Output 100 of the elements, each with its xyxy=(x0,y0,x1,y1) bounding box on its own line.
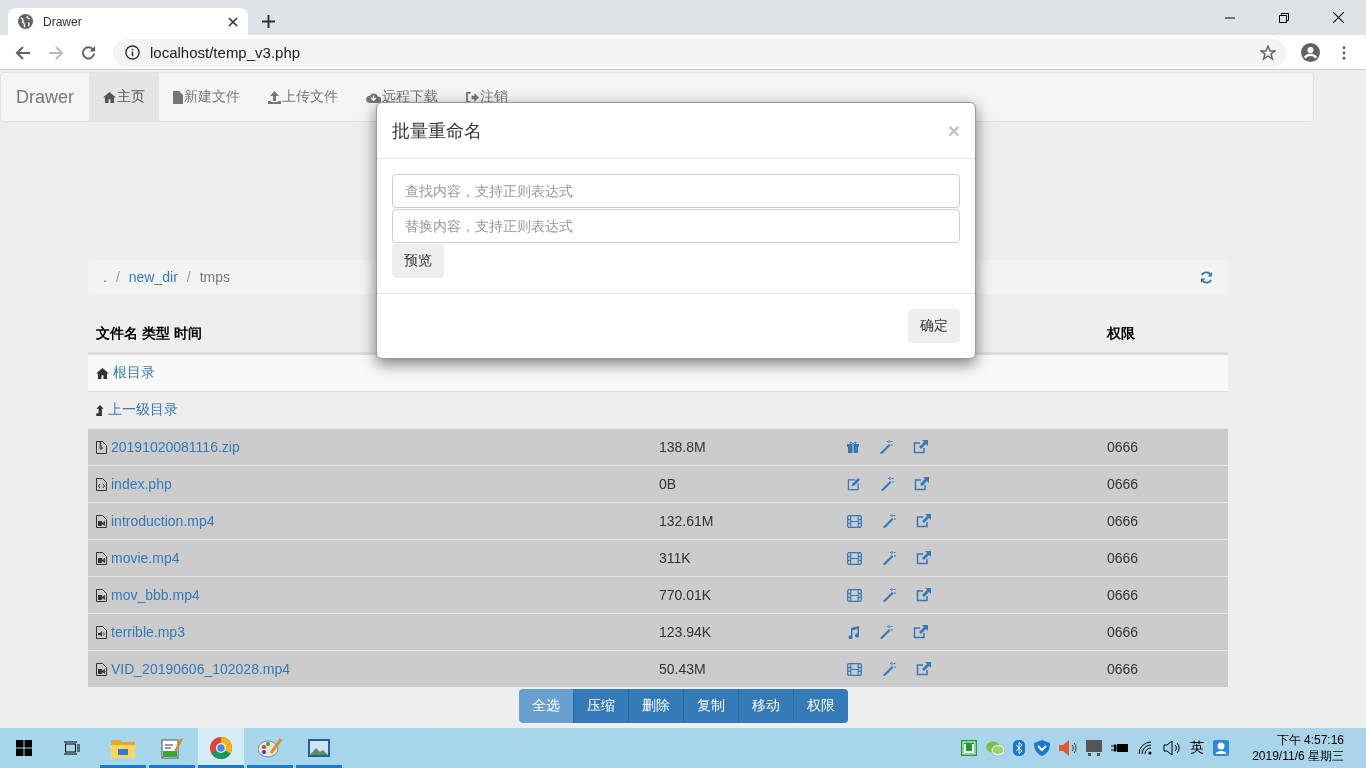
magic-wand-icon[interactable] xyxy=(882,662,896,676)
restore-icon[interactable] xyxy=(1279,12,1289,23)
action-button[interactable]: 删除 xyxy=(628,689,684,723)
directory-link[interactable]: 上一级目录 xyxy=(108,401,178,419)
refresh-icon[interactable] xyxy=(1200,270,1213,284)
file-row[interactable]: 20191020081116.zip 138.8M 0666 xyxy=(88,428,1228,465)
upload-icon xyxy=(268,90,281,104)
file-row[interactable]: terrible.mp3 123.94K 0666 xyxy=(88,613,1228,650)
nav-item[interactable]: 新建文件 xyxy=(159,73,254,121)
magic-wand-icon[interactable] xyxy=(879,625,893,639)
file-size: 50.43M xyxy=(658,661,707,677)
preview-button[interactable]: 预览 xyxy=(392,244,444,278)
volume-icon[interactable] xyxy=(1163,740,1182,756)
file-link[interactable]: movie.mp4 xyxy=(111,550,180,566)
star-icon[interactable] xyxy=(1260,44,1276,61)
input-field[interactable]: 查找内容，支持正则表达式 xyxy=(392,174,960,208)
input-field[interactable]: 替换内容，支持正则表达式 xyxy=(392,209,960,243)
video-file-icon xyxy=(96,662,107,676)
battery-icon[interactable] xyxy=(1111,742,1130,754)
brand-title[interactable]: Drawer xyxy=(1,73,89,121)
clock-date[interactable]: 2019/11/6 星期三 xyxy=(1252,748,1344,764)
reload-icon[interactable] xyxy=(81,45,96,60)
magic-wand-icon[interactable] xyxy=(882,588,896,602)
windows-start-icon[interactable] xyxy=(16,740,32,756)
file-size: 770.01K xyxy=(658,587,713,603)
file-link[interactable]: terrible.mp3 xyxy=(111,624,185,640)
magic-wand-icon[interactable] xyxy=(879,440,893,454)
gift-icon[interactable] xyxy=(847,441,859,453)
magic-wand-icon[interactable] xyxy=(882,551,896,565)
file-row[interactable]: mov_bbb.mp4 770.01K 0666 xyxy=(88,576,1228,613)
menu-icon[interactable] xyxy=(1341,45,1346,60)
new-tab-icon[interactable] xyxy=(262,15,275,28)
account-icon[interactable] xyxy=(1301,43,1320,62)
file-link[interactable]: index.php xyxy=(111,476,172,492)
breadcrumb-item: tmps xyxy=(199,269,231,285)
edit-icon[interactable] xyxy=(847,477,860,491)
film-icon[interactable] xyxy=(847,588,862,602)
external-link-icon[interactable] xyxy=(913,440,928,454)
browser-icon xyxy=(210,737,232,759)
taskbar-app[interactable] xyxy=(198,728,244,768)
external-link-icon[interactable] xyxy=(916,514,931,528)
magic-wand-icon[interactable] xyxy=(880,477,894,491)
film-icon[interactable] xyxy=(847,662,862,676)
speaker-icon[interactable] xyxy=(1059,740,1078,756)
file-link[interactable]: VID_20190606_102028.mp4 xyxy=(111,661,291,677)
task-view-icon[interactable] xyxy=(64,741,80,755)
film-icon[interactable] xyxy=(847,551,862,565)
confirm-button[interactable]: 确定 xyxy=(908,309,960,343)
nav-item[interactable]: 注销 xyxy=(452,73,522,121)
file-size: 0B xyxy=(658,476,678,492)
column-header: 权限 xyxy=(1107,325,1135,343)
back-arrow-icon[interactable] xyxy=(14,44,31,61)
magic-wand-icon[interactable] xyxy=(882,514,896,528)
file-size: 138.8M xyxy=(658,439,707,455)
up-arrow-icon xyxy=(96,404,104,416)
file-row[interactable]: index.php 0B 0666 xyxy=(88,465,1228,502)
file-row[interactable]: introduction.mp4 132.61M 0666 xyxy=(88,502,1228,539)
input-method-indicator[interactable]: 英 xyxy=(1190,739,1205,757)
file-row[interactable]: movie.mp4 311K 0666 xyxy=(88,539,1228,576)
column-header: 文件名 类型 时间 xyxy=(96,325,202,343)
music-icon[interactable] xyxy=(847,625,859,639)
close-icon[interactable] xyxy=(228,16,238,27)
app-tray-icon[interactable] xyxy=(961,740,978,756)
close-icon[interactable] xyxy=(1333,12,1344,23)
file-row[interactable]: VID_20190606_102028.mp4 50.43M 0666 xyxy=(88,650,1228,687)
action-button[interactable]: 压缩 xyxy=(573,689,629,723)
logout-icon xyxy=(466,91,479,103)
action-button[interactable]: 权限 xyxy=(793,689,848,723)
action-button[interactable]: 全选 xyxy=(518,689,574,723)
external-link-icon[interactable] xyxy=(913,625,928,639)
forward-arrow-icon[interactable] xyxy=(47,44,64,61)
breadcrumb-item[interactable]: new_dir xyxy=(128,269,178,285)
clock-time[interactable]: 下午 4:57:16 xyxy=(1276,732,1344,748)
file-link[interactable]: 20191020081116.zip xyxy=(111,439,240,455)
permission: 0666 xyxy=(1106,439,1140,455)
video-file-icon xyxy=(96,588,107,602)
address-bar[interactable]: localhost/temp_v3.php xyxy=(113,38,1286,67)
home-icon xyxy=(103,91,116,103)
file-link[interactable]: mov_bbb.mp4 xyxy=(111,587,200,603)
breadcrumb-item[interactable]: . xyxy=(103,269,107,285)
chat-icon[interactable] xyxy=(986,741,1005,755)
directory-link[interactable]: 根目录 xyxy=(113,364,155,382)
permission: 0666 xyxy=(1106,587,1140,603)
external-link-icon[interactable] xyxy=(914,477,929,491)
bluetooth-icon[interactable] xyxy=(1013,740,1026,756)
person-icon[interactable] xyxy=(1213,740,1230,756)
file-link[interactable]: introduction.mp4 xyxy=(111,513,215,529)
nav-item[interactable]: 主页 xyxy=(89,73,159,121)
audio-file-icon xyxy=(96,625,107,639)
file-size: 311K xyxy=(658,550,692,566)
nav-item[interactable]: 上传文件 xyxy=(254,73,352,121)
action-button[interactable]: 复制 xyxy=(683,689,739,723)
shield-icon[interactable] xyxy=(1034,740,1051,756)
action-button[interactable]: 移动 xyxy=(738,689,794,723)
external-link-icon[interactable] xyxy=(916,662,931,676)
monitor-icon[interactable] xyxy=(1086,740,1103,756)
external-link-icon[interactable] xyxy=(916,551,931,565)
file-size: 123.94K xyxy=(658,624,713,640)
external-link-icon[interactable] xyxy=(916,588,931,602)
film-icon[interactable] xyxy=(847,514,862,528)
